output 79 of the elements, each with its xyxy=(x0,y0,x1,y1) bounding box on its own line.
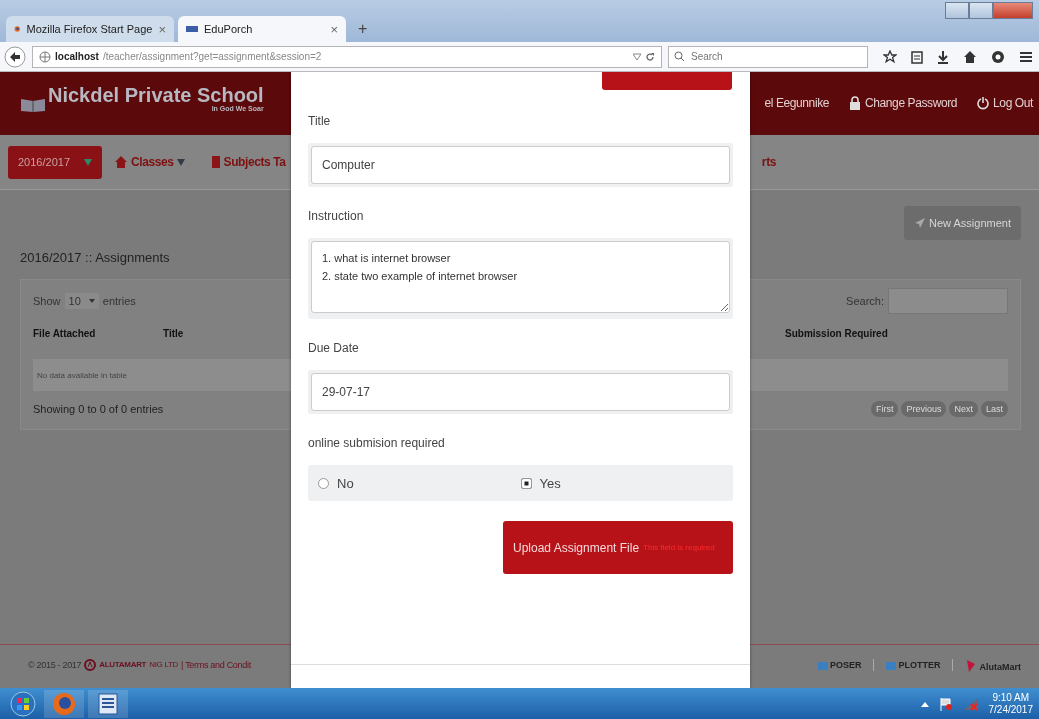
radio-option[interactable]: Yes xyxy=(520,475,723,491)
column-header[interactable]: Submission Required xyxy=(785,328,888,339)
menu-icon[interactable] xyxy=(1019,49,1033,64)
school-name[interactable]: Nickdel Private School xyxy=(48,84,264,107)
page-heading: 2016/2017 :: Assignments xyxy=(20,250,170,265)
tab-close-button[interactable]: × xyxy=(330,21,338,37)
field-label: Title xyxy=(308,114,332,128)
browser-tab[interactable]: EduPorch × xyxy=(178,16,346,42)
clock-time: 9:10 AM xyxy=(992,691,1030,704)
home-icon[interactable] xyxy=(963,49,977,64)
copyright-text: © 2015 - 2017 xyxy=(28,659,82,670)
field-label: Instruction xyxy=(308,209,365,223)
input-field[interactable]: Computer xyxy=(311,146,730,184)
radio-button[interactable] xyxy=(520,477,532,489)
radio-option[interactable]: No xyxy=(318,475,521,491)
book-icon xyxy=(210,155,221,169)
download-icon[interactable] xyxy=(937,49,949,64)
radio-button[interactable] xyxy=(318,477,329,489)
header-link[interactable]: Change Password xyxy=(849,96,958,110)
firefox-app-icon[interactable] xyxy=(44,689,84,718)
tab-label: Mozilla Firefox Start Page xyxy=(26,23,153,35)
search-field[interactable]: Search xyxy=(668,45,868,68)
partner-logo[interactable]: PLOTTER xyxy=(886,659,941,670)
header-link[interactable]: Log Out xyxy=(977,96,1033,110)
nav-link[interactable]: Subjects Ta xyxy=(210,155,286,169)
session-dropdown[interactable]: 2016/2017 xyxy=(8,145,102,179)
caret-icon xyxy=(176,158,185,166)
page-size-select[interactable]: 10 xyxy=(64,293,99,309)
field-label: online submision required xyxy=(308,436,446,450)
star-icon[interactable] xyxy=(883,49,897,64)
new-tab-button[interactable]: + xyxy=(350,20,376,42)
firefox-icon xyxy=(14,23,21,35)
back-icon[interactable] xyxy=(4,45,26,68)
caret-icon[interactable] xyxy=(920,700,929,707)
flag-icon[interactable] xyxy=(938,696,953,711)
document-app-icon[interactable] xyxy=(88,689,128,718)
input-field[interactable]: 29-07-17 xyxy=(311,373,730,411)
tab-label: EduPorch xyxy=(204,23,254,35)
url-host: localhost xyxy=(55,51,99,62)
partner-logo[interactable]: POSER xyxy=(817,659,862,670)
brand-name[interactable]: ALUTAMART xyxy=(99,660,147,669)
new-assignment-button[interactable]: New Assignment xyxy=(904,206,1021,240)
caret-icon xyxy=(88,299,95,303)
clock-date: 7/24/2017 xyxy=(988,703,1033,716)
dropdown-icon[interactable] xyxy=(633,52,641,61)
site-icon xyxy=(186,23,198,35)
partner-logo[interactable]: AlutaMart xyxy=(965,657,1021,672)
power-icon xyxy=(977,96,990,110)
brand-logo-icon xyxy=(84,658,97,671)
browser-tab[interactable]: Mozilla Firefox Start Page × xyxy=(6,16,174,42)
search-icon xyxy=(674,50,685,62)
globe-icon xyxy=(39,50,51,63)
clipboard-icon[interactable] xyxy=(911,49,923,64)
brand-suffix: NIG LTD xyxy=(149,660,179,669)
field-label: Due Date xyxy=(308,341,360,355)
nav-link[interactable]: rts xyxy=(761,155,776,169)
search-label: Search: xyxy=(846,295,884,307)
window-controls[interactable] xyxy=(945,2,1033,19)
column-header[interactable]: File Attached xyxy=(33,328,163,339)
lock-icon xyxy=(849,96,862,110)
reload-icon[interactable] xyxy=(645,51,655,62)
nav-link[interactable]: Classes xyxy=(114,155,185,169)
user-name[interactable]: el Eegunnike xyxy=(764,96,830,110)
home-icon xyxy=(114,155,128,169)
entries-label: entries xyxy=(102,295,136,307)
address-bar[interactable]: localhost /teacher/assignment?get=assignment&session=2 xyxy=(32,45,662,68)
book-logo-icon xyxy=(20,96,46,112)
table-info: Showing 0 to 0 of 0 entries xyxy=(33,403,164,415)
send-icon xyxy=(914,217,927,229)
pager-button[interactable]: First xyxy=(870,401,899,417)
url-path: /teacher/assignment?get=assignment&session=2 xyxy=(102,51,323,62)
input-field[interactable]: 1. what is internet browser 2. state two example of internet browser xyxy=(311,241,730,313)
terms-link[interactable]: | Terms and Condit xyxy=(181,659,251,670)
pager-button[interactable]: Last xyxy=(981,401,1008,417)
caret-icon xyxy=(84,158,92,166)
pager-button[interactable]: Previous xyxy=(901,401,947,417)
pager-button[interactable]: Next xyxy=(949,401,978,417)
show-label: Show xyxy=(33,295,61,307)
tab-close-button[interactable]: × xyxy=(158,21,166,37)
